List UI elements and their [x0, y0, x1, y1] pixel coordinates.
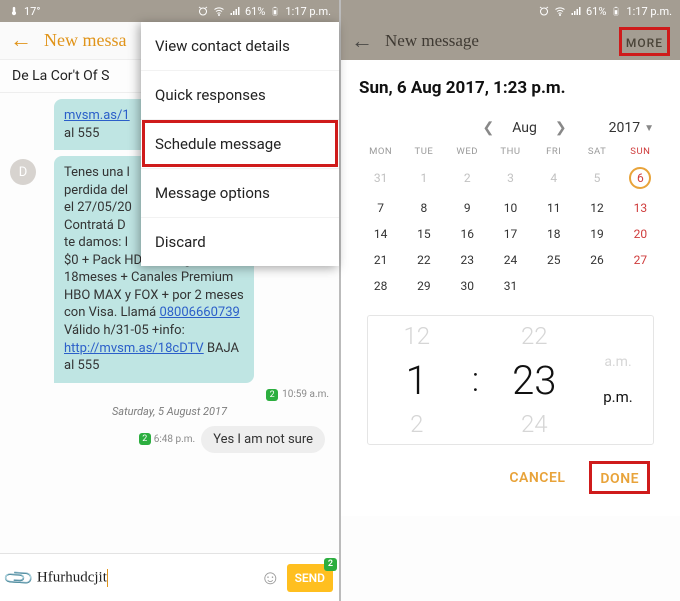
- battery-pct: 61%: [586, 5, 606, 18]
- minute-wheel[interactable]: 22 23 24: [486, 316, 584, 444]
- cancel-button[interactable]: CANCEL: [509, 470, 565, 486]
- battery-pct: 61%: [245, 5, 265, 18]
- calendar-day: [532, 273, 575, 299]
- right-phone: 61% 1:17 p.m. ← New message MORE Sun, 6 …: [341, 0, 680, 601]
- temp-label: 17°: [24, 5, 40, 18]
- clock-label: 1:17 p.m.: [626, 5, 672, 18]
- wifi-icon: [213, 5, 225, 17]
- outgoing-row: 2 6:48 p.m. Yes I am not sure: [10, 426, 329, 453]
- calendar-grid: MONTUEWEDTHUFRISATSUN 31 1 2 3 4 5 6 7 8…: [359, 142, 662, 299]
- schedule-action-row: CANCEL DONE: [359, 453, 662, 508]
- signal-icon: [229, 5, 241, 17]
- attachment-icon[interactable]: 📎: [1, 560, 36, 595]
- delivered-check-icon: 2: [139, 433, 151, 445]
- calendar-day[interactable]: 25: [532, 247, 575, 273]
- more-button[interactable]: MORE: [619, 27, 670, 56]
- header-title: New messa: [44, 30, 126, 51]
- status-bar: 61% 1:17 p.m.: [341, 0, 680, 22]
- calendar-day[interactable]: 22: [402, 247, 445, 273]
- calendar-day[interactable]: 15: [402, 221, 445, 247]
- back-arrow-icon[interactable]: ←: [351, 28, 373, 54]
- calendar-day[interactable]: 10: [489, 195, 532, 221]
- header-title: New message: [385, 31, 479, 51]
- next-month-icon[interactable]: ❯: [549, 120, 573, 136]
- calendar-day[interactable]: 3: [489, 161, 532, 195]
- calendar-day[interactable]: 28: [359, 273, 402, 299]
- calendar-day[interactable]: 29: [402, 273, 445, 299]
- calendar-day[interactable]: 23: [446, 247, 489, 273]
- calendar-day[interactable]: 31: [489, 273, 532, 299]
- message-header: ← New message MORE: [341, 22, 680, 60]
- menu-quick-responses[interactable]: Quick responses: [141, 70, 339, 119]
- status-bar: 17° 61% 1:17 p.m.: [0, 0, 339, 22]
- calendar-day[interactable]: 26: [575, 247, 618, 273]
- delivered-check-icon: 2: [266, 389, 278, 401]
- calendar-day: [619, 273, 662, 299]
- time-colon: :: [466, 316, 486, 444]
- date-separator: Saturday, 5 August 2017: [10, 405, 329, 418]
- calendar-day[interactable]: 5: [575, 161, 618, 195]
- calendar-day[interactable]: 12: [575, 195, 618, 221]
- done-button[interactable]: DONE: [589, 461, 650, 494]
- calendar-day[interactable]: 19: [575, 221, 618, 247]
- timestamp-row: 2 10:59 a.m.: [10, 389, 329, 401]
- calendar-day[interactable]: 4: [532, 161, 575, 195]
- emoji-icon[interactable]: ☺: [260, 565, 280, 590]
- avatar[interactable]: D: [10, 159, 36, 185]
- sim-badge: 2: [324, 558, 337, 571]
- calendar-day[interactable]: 8: [402, 195, 445, 221]
- calendar-day[interactable]: 31: [359, 161, 402, 195]
- battery-icon: [269, 5, 281, 17]
- context-menu: View contact details Quick responses Sch…: [141, 22, 339, 266]
- prev-month-icon[interactable]: ❮: [477, 120, 501, 136]
- clock-label: 1:17 p.m.: [285, 5, 331, 18]
- alarm-icon: [197, 5, 209, 17]
- menu-view-contact[interactable]: View contact details: [141, 22, 339, 70]
- calendar-day[interactable]: 13: [619, 195, 662, 221]
- outgoing-bubble: Yes I am not sure: [201, 426, 325, 453]
- calendar-dow-row: MONTUEWEDTHUFRISATSUN: [359, 142, 662, 161]
- calendar-day[interactable]: 7: [359, 195, 402, 221]
- month-navigator: ❮ Aug ❯ 2017 ▼: [359, 120, 662, 142]
- calendar-day[interactable]: 21: [359, 247, 402, 273]
- year-picker[interactable]: 2017 ▼: [609, 120, 654, 136]
- signal-icon: [570, 5, 582, 17]
- ampm-wheel[interactable]: a.m. p.m.: [583, 316, 653, 444]
- calendar-day[interactable]: 30: [446, 273, 489, 299]
- calendar-day[interactable]: 27: [619, 247, 662, 273]
- schedule-panel: Sun, 6 Aug 2017, 1:23 p.m. ❮ Aug ❯ 2017 …: [341, 60, 680, 516]
- time-picker: 12 1 2 : 22 23 24 a.m. p.m.: [367, 315, 654, 445]
- scheduled-datetime: Sun, 6 Aug 2017, 1:23 p.m.: [359, 78, 662, 98]
- thermometer-icon: [8, 5, 20, 17]
- wifi-icon: [554, 5, 566, 17]
- calendar-day[interactable]: 14: [359, 221, 402, 247]
- hour-wheel[interactable]: 12 1 2: [368, 316, 466, 444]
- menu-schedule-message[interactable]: Schedule message: [141, 119, 339, 168]
- battery-icon: [610, 5, 622, 17]
- calendar-day-selected[interactable]: 6: [619, 161, 662, 195]
- calendar-day[interactable]: 9: [446, 195, 489, 221]
- calendar-day: [575, 273, 618, 299]
- menu-discard[interactable]: Discard: [141, 217, 339, 266]
- compose-input[interactable]: Hfurhudcjit: [37, 569, 254, 587]
- calendar-day[interactable]: 1: [402, 161, 445, 195]
- month-label[interactable]: Aug: [512, 120, 537, 136]
- calendar-day[interactable]: 2: [446, 161, 489, 195]
- composer-bar: 📎 Hfurhudcjit ☺ SEND 2: [0, 553, 339, 601]
- chevron-down-icon: ▼: [644, 123, 654, 134]
- calendar-day[interactable]: 24: [489, 247, 532, 273]
- calendar-day[interactable]: 20: [619, 221, 662, 247]
- menu-message-options[interactable]: Message options: [141, 168, 339, 217]
- calendar-day[interactable]: 11: [532, 195, 575, 221]
- calendar-day[interactable]: 16: [446, 221, 489, 247]
- left-phone: 17° 61% 1:17 p.m. ← New messa De La Cor'…: [0, 0, 339, 601]
- calendar-day[interactable]: 17: [489, 221, 532, 247]
- alarm-icon: [538, 5, 550, 17]
- calendar-day[interactable]: 18: [532, 221, 575, 247]
- send-button[interactable]: SEND 2: [287, 564, 333, 592]
